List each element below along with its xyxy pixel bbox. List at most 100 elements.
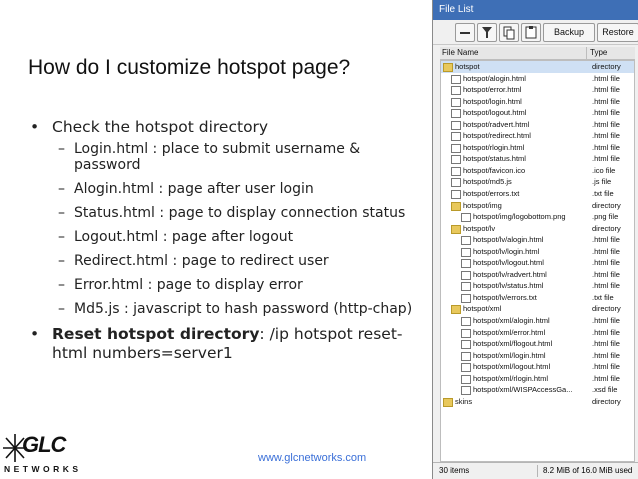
sub-bullet-item: – Status.html : page to display connectio… xyxy=(30,205,415,221)
file-type: .html file xyxy=(592,316,620,326)
folder-icon xyxy=(451,305,461,315)
file-name: hotspot/rlogin.html xyxy=(463,142,525,152)
file-type: directory xyxy=(592,200,621,210)
file-row[interactable]: skins directory xyxy=(441,396,634,408)
file-row[interactable]: hotspot/img directory xyxy=(441,200,634,212)
sub-bullet-list: – Login.html : place to submit username &… xyxy=(30,141,415,317)
file-row[interactable]: hotspot/xml/login.html .html file xyxy=(441,350,634,362)
file-type: .txt file xyxy=(592,292,614,302)
column-type[interactable]: Type xyxy=(586,47,607,59)
file-type: directory xyxy=(592,396,621,406)
file-icon xyxy=(461,236,471,246)
file-name: hotspot/img xyxy=(463,200,502,210)
file-row[interactable]: hotspot/error.html .html file xyxy=(441,84,634,96)
file-row[interactable]: hotspot/errors.txt .txt file xyxy=(441,188,634,200)
file-row[interactable]: hotspot/lv/logout.html .html file xyxy=(441,257,634,269)
dash-marker: – xyxy=(58,253,65,269)
file-icon xyxy=(461,247,471,257)
file-name: hotspot/favicon.ico xyxy=(463,165,526,175)
filter-button[interactable] xyxy=(477,23,497,42)
file-type: directory xyxy=(592,304,621,314)
sub-bullet-text: Md5.js : javascript to hash password (ht… xyxy=(74,301,413,317)
file-type: directory xyxy=(592,62,621,71)
file-row[interactable]: hotspot/favicon.ico .ico file xyxy=(441,165,634,177)
file-row[interactable]: hotspot/login.html .html file xyxy=(441,96,634,108)
file-row[interactable]: hotspot/radvert.html .html file xyxy=(441,119,634,131)
file-row[interactable]: hotspot/lv directory xyxy=(441,223,634,235)
glc-logo: GLC NETWORKS xyxy=(2,430,82,478)
file-row[interactable]: hotspot/lv/status.html .html file xyxy=(441,280,634,292)
sub-bullet-item: – Alogin.html : page after user login xyxy=(30,181,415,197)
file-name: hotspot/md5.js xyxy=(463,177,512,187)
file-row[interactable]: hotspot/xml/flogout.html .html file xyxy=(441,338,634,350)
file-icon xyxy=(461,328,471,338)
file-name: hotspot/xml/flogout.html xyxy=(473,339,553,349)
file-row[interactable]: hotspot/logout.html .html file xyxy=(441,107,634,119)
remove-button[interactable] xyxy=(455,23,475,42)
file-row[interactable]: hotspot/md5.js .js file xyxy=(441,176,634,188)
file-row[interactable]: hotspot/lv/radvert.html .html file xyxy=(441,269,634,281)
file-name: hotspot/xml xyxy=(463,304,502,314)
file-icon xyxy=(451,190,461,200)
backup-button[interactable]: Backup xyxy=(543,23,595,42)
sub-bullet-item: – Error.html : page to display error xyxy=(30,277,415,293)
file-row[interactable]: hotspot/xml/WISPAccessGa... .xsd file xyxy=(441,384,634,396)
file-name: hotspot/lv/login.html xyxy=(473,246,540,256)
file-row[interactable]: hotspot/status.html .html file xyxy=(441,153,634,165)
status-bar: 30 items 8.2 MiB of 16.0 MiB used xyxy=(433,462,638,479)
file-type: .html file xyxy=(592,108,620,118)
file-row[interactable]: hotspot/xml/error.html .html file xyxy=(441,327,634,339)
logo-subtext: NETWORKS xyxy=(4,464,82,474)
dash-marker: – xyxy=(58,229,65,245)
file-type: .js file xyxy=(592,177,612,187)
file-icon xyxy=(461,259,471,269)
file-icon xyxy=(461,340,471,350)
file-row[interactable]: hotspot/xml directory xyxy=(441,303,634,315)
file-type: .html file xyxy=(592,281,620,291)
file-type: .html file xyxy=(592,235,620,245)
file-icon xyxy=(451,132,461,142)
file-icon xyxy=(451,86,461,96)
file-row[interactable]: hotspot/lv/errors.txt .txt file xyxy=(441,292,634,304)
file-name: skins xyxy=(455,396,473,406)
file-name: hotspot/xml/alogin.html xyxy=(473,316,550,326)
file-type: .png file xyxy=(592,212,619,222)
restore-button[interactable]: Restore xyxy=(597,23,638,42)
file-name: hotspot/errors.txt xyxy=(463,189,520,199)
file-type: .html file xyxy=(592,85,620,95)
copy-button[interactable] xyxy=(499,23,519,42)
file-name: hotspot/xml/logout.html xyxy=(473,362,551,372)
file-name: hotspot xyxy=(455,62,480,71)
file-row[interactable]: hotspot/xml/logout.html .html file xyxy=(441,361,634,373)
paste-button[interactable] xyxy=(521,23,541,42)
file-type: .xsd file xyxy=(592,385,618,395)
file-row[interactable]: hotspot/rlogin.html .html file xyxy=(441,142,634,154)
file-type: .html file xyxy=(592,142,620,152)
file-icon xyxy=(461,270,471,280)
sub-bullet-text: Redirect.html : page to redirect user xyxy=(74,253,329,269)
file-icon xyxy=(461,317,471,327)
file-row[interactable]: hotspot/img/logobottom.png .png file xyxy=(441,211,634,223)
column-name[interactable]: File Name xyxy=(442,47,478,59)
file-type: .html file xyxy=(592,246,620,256)
folder-icon xyxy=(451,224,461,234)
file-list[interactable]: hotspot directory hotspot/alogin.html .html… xyxy=(440,60,635,462)
file-icon xyxy=(461,386,471,396)
file-row[interactable]: hotspot/alogin.html .html file xyxy=(441,73,634,85)
file-type: .html file xyxy=(592,258,620,268)
dash-marker: – xyxy=(58,181,65,197)
file-row[interactable]: hotspot/redirect.html .html file xyxy=(441,130,634,142)
file-name: hotspot/lv xyxy=(463,223,496,233)
file-row[interactable]: hotspot/xml/rlogin.html .html file xyxy=(441,373,634,385)
file-row[interactable]: hotspot/lv/alogin.html .html file xyxy=(441,234,634,246)
website-link[interactable]: www.glcnetworks.com xyxy=(258,452,366,464)
file-name: hotspot/radvert.html xyxy=(463,119,530,129)
file-name: hotspot/lv/status.html xyxy=(473,281,544,291)
file-row[interactable]: hotspot directory xyxy=(441,61,634,73)
dash-marker: – xyxy=(58,277,65,293)
bullet-dot: • xyxy=(30,118,40,136)
file-type: .html file xyxy=(592,362,620,372)
sub-bullet-text: Login.html : place to submit username & … xyxy=(74,141,361,173)
file-row[interactable]: hotspot/lv/login.html .html file xyxy=(441,246,634,258)
file-row[interactable]: hotspot/xml/alogin.html .html file xyxy=(441,315,634,327)
